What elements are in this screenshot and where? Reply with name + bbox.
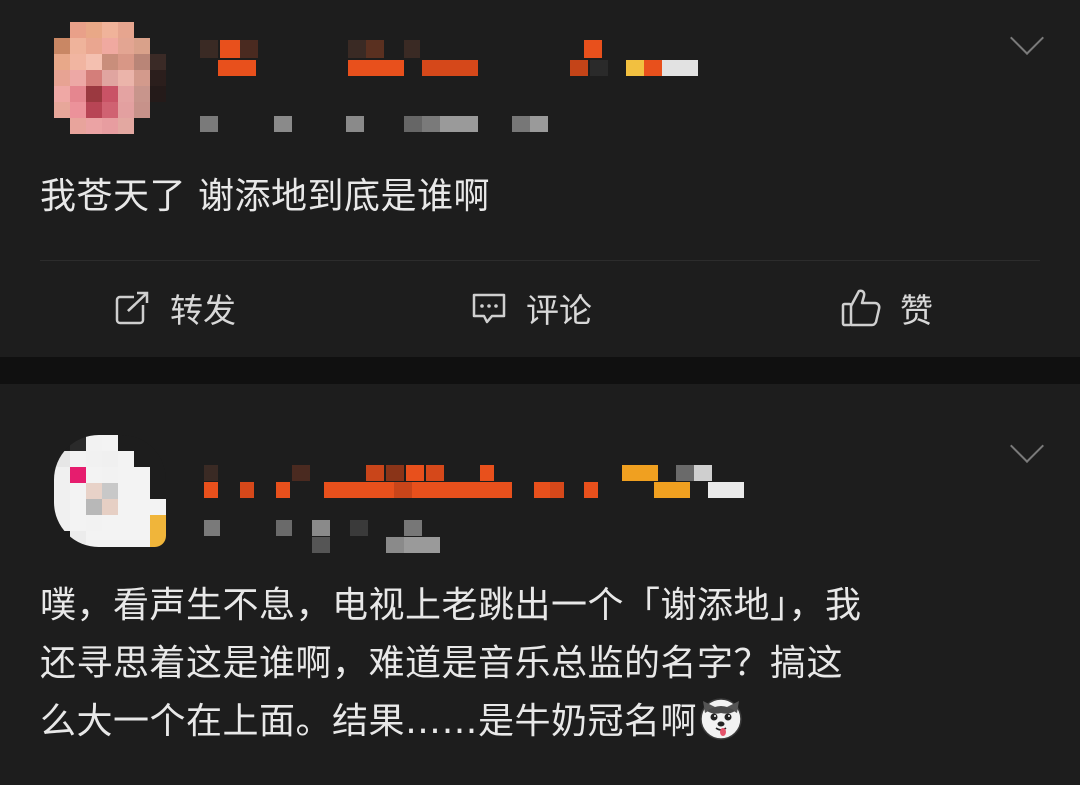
post-separator xyxy=(0,357,1080,384)
redacted-username[interactable] xyxy=(204,465,494,481)
repost-icon xyxy=(115,289,152,325)
comment-label: 评论 xyxy=(526,291,592,330)
repost-label: 转发 xyxy=(170,291,236,330)
repost-button[interactable]: 转发 xyxy=(114,282,236,334)
like-button[interactable]: 赞 xyxy=(840,282,933,334)
post-content: 我苍天了 谢添地到底是谁啊 xyxy=(40,176,490,217)
avatar[interactable] xyxy=(54,22,166,134)
divider xyxy=(40,260,1040,261)
redacted-badge xyxy=(622,465,712,481)
post-content-line: 么大一个在上面。结果……是牛奶冠名啊 xyxy=(40,693,1050,751)
post-content-line: 还寻思着这是谁啊，难道是音乐总监的名字？搞这 xyxy=(40,643,844,684)
post-card-1: 我苍天了 谢添地到底是谁啊 转发 评论 赞 xyxy=(0,0,1080,357)
redacted-badge xyxy=(584,40,602,58)
redacted-meta-row2 xyxy=(312,537,440,553)
post-content-text: 么大一个在上面。结果……是牛奶冠名啊 xyxy=(40,701,698,742)
redacted-meta xyxy=(204,520,422,536)
post-content: 噗，看声生不息，电视上老跳出一个「谢添地」，我 还寻思着这是谁啊，难道是音乐总监… xyxy=(40,577,1050,751)
husky-emoji-icon xyxy=(700,698,742,740)
post-content-line: 噗，看声生不息，电视上老跳出一个「谢添地」，我 xyxy=(40,585,862,626)
comment-icon xyxy=(472,293,506,324)
redacted-username-row2 xyxy=(204,482,744,498)
chevron-down-icon[interactable] xyxy=(1010,21,1044,55)
avatar[interactable] xyxy=(54,435,166,547)
redacted-username-row2 xyxy=(218,60,698,76)
thumbs-up-icon xyxy=(841,289,881,327)
redacted-username[interactable] xyxy=(200,40,420,58)
comment-button[interactable]: 评论 xyxy=(470,282,592,334)
like-label: 赞 xyxy=(900,291,933,330)
redacted-meta xyxy=(200,116,548,132)
